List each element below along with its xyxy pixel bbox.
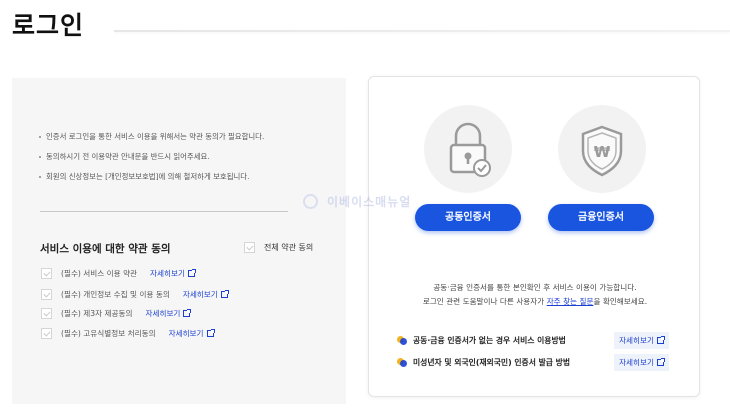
term-detail-link[interactable]: 자세히보기 <box>169 328 215 339</box>
bullet-icon <box>397 358 408 367</box>
checkbox-icon[interactable] <box>41 308 52 319</box>
checkbox-icon[interactable] <box>41 289 52 300</box>
checkbox-icon[interactable] <box>41 268 52 279</box>
help-detail-button[interactable]: 자세히보기 <box>614 332 669 349</box>
help-detail-button[interactable]: 자세히보기 <box>614 354 669 371</box>
shield-won-icon: ₩ <box>581 125 623 177</box>
term-detail-link[interactable]: 자세히보기 <box>183 289 229 300</box>
term-detail-link[interactable]: 자세히보기 <box>150 268 196 279</box>
public-cert-icon-circle <box>424 105 512 193</box>
term-row-unique-id: (필수) 고유식별정보 처리동의 자세히보기 <box>41 328 215 339</box>
title-divider <box>114 30 730 32</box>
external-link-icon <box>657 336 665 344</box>
help-link-text: 공동·금융 인증서가 없는 경우 서비스 이용방법 <box>413 336 566 345</box>
financial-cert-button[interactable]: 금융인증서 <box>548 204 654 231</box>
checkbox-icon[interactable] <box>41 328 52 339</box>
agree-all-label: 전체 약관 동의 <box>264 243 314 252</box>
help-link-text: 미성년자 및 외국인(재외국민) 인증서 발급 방법 <box>413 358 570 367</box>
bullet-icon <box>397 336 408 345</box>
auth-info-line-2: 로그인 관련 도움말이나 다른 사용자가 자주 찾는 질문을 확인해보세요. <box>422 297 648 306</box>
external-link-icon <box>187 269 196 277</box>
term-row-third-party: (필수) 제3자 제공동의 자세히보기 <box>41 308 192 319</box>
auth-info-line-1: 공동·금융 인증서를 통한 본인확인 후 서비스 이용이 가능합니다. <box>433 283 637 292</box>
term-label: (필수) 제3자 제공동의 <box>61 309 133 318</box>
terms-title: 서비스 이용에 대한 약관 동의 <box>40 243 171 255</box>
lock-check-icon <box>449 122 491 177</box>
financial-cert-icon-circle: ₩ <box>558 105 646 193</box>
checkbox-icon[interactable] <box>244 242 255 253</box>
help-link-minor-foreigner: 미성년자 및 외국인(재외국민) 인증서 발급 방법 자세히보기 <box>397 354 669 371</box>
term-label: (필수) 개인정보 수집 및 이용 동의 <box>61 290 170 299</box>
external-link-icon <box>183 309 192 317</box>
faq-link[interactable]: 자주 찾는 질문 <box>547 297 594 306</box>
term-row-privacy: (필수) 개인정보 수집 및 이용 동의 자세히보기 <box>41 289 229 300</box>
help-link-no-cert: 공동·금융 인증서가 없는 경우 서비스 이용방법 자세히보기 <box>397 332 669 349</box>
term-label: (필수) 고유식별정보 처리동의 <box>61 329 156 338</box>
notice-item: 동의하시기 전 이용약관 안내문을 반드시 읽어주세요. <box>38 152 338 172</box>
svg-text:₩: ₩ <box>594 143 611 161</box>
external-link-icon <box>657 358 665 366</box>
public-cert-button[interactable]: 공동인증서 <box>415 204 521 231</box>
notice-list: 인증서 로그인을 통한 서비스 이용을 위해서는 약관 동의가 필요합니다. 동… <box>38 132 338 192</box>
external-link-icon <box>220 290 229 298</box>
agree-all-checkbox[interactable]: 전체 약관 동의 <box>244 242 313 253</box>
notice-item: 인증서 로그인을 통한 서비스 이용을 위해서는 약관 동의가 필요합니다. <box>38 132 338 152</box>
term-row-service: (필수) 서비스 이용 약관 자세히보기 <box>41 268 196 279</box>
external-link-icon <box>206 329 215 337</box>
term-label: (필수) 서비스 이용 약관 <box>61 269 138 278</box>
notice-item: 회원의 신상정보는 [개인정보보호법]에 의해 철저하게 보호됩니다. <box>38 172 338 192</box>
page-title: 로그인 <box>12 11 85 40</box>
term-detail-link[interactable]: 자세히보기 <box>145 308 192 319</box>
notice-divider <box>40 211 288 212</box>
